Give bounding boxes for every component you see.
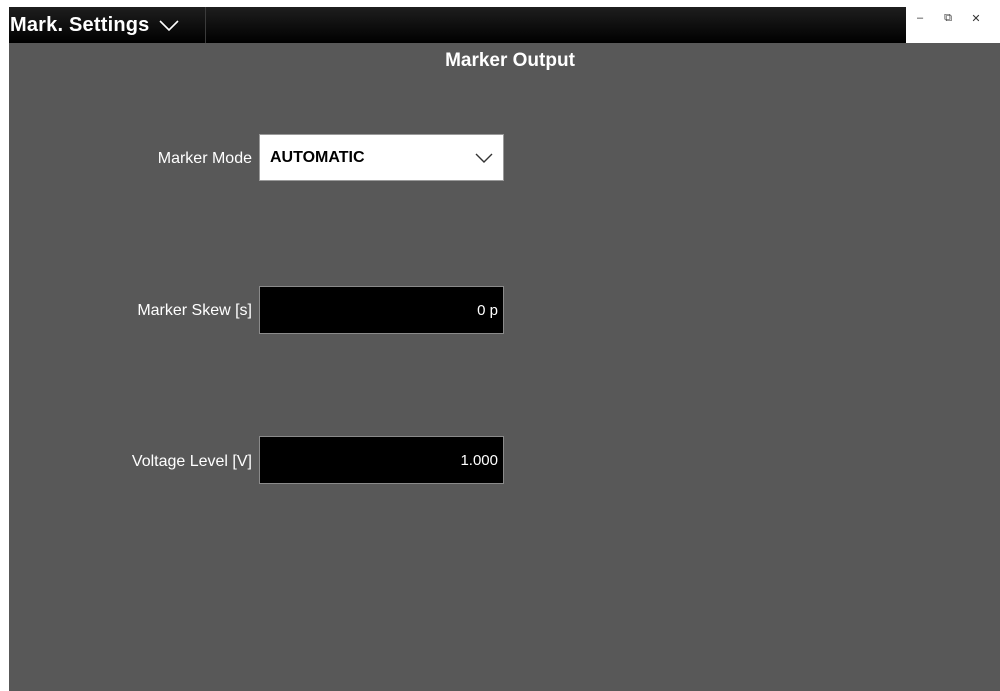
chevron-down-icon [158, 20, 179, 32]
marker-mode-select[interactable]: AUTOMATIC [259, 134, 504, 181]
minimize-button[interactable]: – [906, 7, 934, 29]
window-controls: – ⧉ ✕ [906, 7, 1000, 43]
voltage-level-label: Voltage Level [V] [131, 453, 252, 470]
view-selector-dropdown[interactable]: Mark. Settings [9, 7, 206, 43]
section-heading: Marker Output [445, 50, 575, 71]
voltage-level-input[interactable]: 1.000 [259, 436, 504, 484]
restore-button[interactable]: ⧉ [934, 7, 962, 29]
marker-skew-input[interactable]: 0 p [259, 286, 504, 334]
close-button[interactable]: ✕ [962, 7, 990, 29]
marker-skew-label: Marker Skew [s] [137, 302, 252, 319]
app-window: Mark. Settings – ⧉ ✕ Marker Output Marke… [9, 7, 1000, 691]
chevron-down-icon [475, 153, 493, 163]
marker-mode-value: AUTOMATIC [270, 148, 365, 166]
title-bar: Mark. Settings [9, 7, 906, 43]
marker-mode-label: Marker Mode [157, 150, 252, 167]
window-title: Mark. Settings [10, 13, 150, 36]
